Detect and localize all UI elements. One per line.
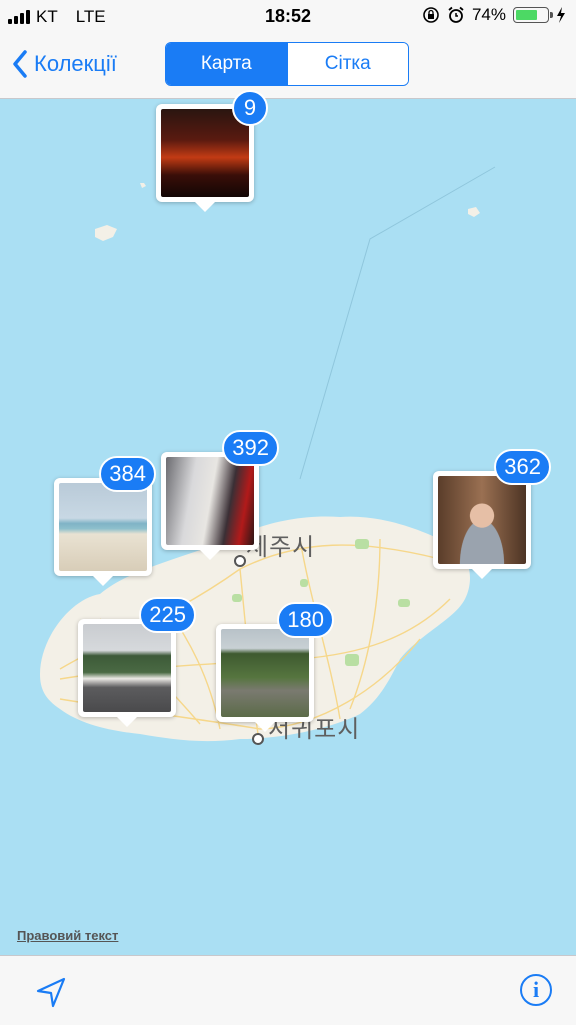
photo-thumbnail-selfie	[438, 476, 526, 564]
segment-map[interactable]: Карта	[166, 43, 287, 85]
photo-cluster-pin[interactable]: 384	[54, 456, 156, 586]
back-label: Колекції	[34, 51, 117, 76]
cluster-count-badge: 225	[139, 597, 196, 633]
bottom-toolbar: i	[0, 955, 576, 1025]
view-segmented-control: Карта Сітка	[165, 42, 409, 86]
segment-grid[interactable]: Сітка	[286, 43, 408, 85]
photo-cluster-pin[interactable]: 225	[78, 597, 196, 727]
map-view[interactable]: 제주시 서귀포시 9 384 392 362 225 180	[0, 90, 576, 955]
photo-thumbnail-parking	[83, 624, 171, 712]
back-button[interactable]: Колекції	[12, 50, 117, 78]
cluster-count-badge: 180	[277, 602, 334, 638]
status-bar: KT LTE 18:52 74%	[0, 0, 576, 34]
current-location-button[interactable]	[34, 976, 68, 1015]
photo-cluster-pin[interactable]: 392	[161, 430, 279, 560]
alarm-icon	[448, 6, 464, 23]
photo-thumbnail-beach	[59, 483, 147, 571]
cluster-count-badge: 392	[222, 430, 279, 466]
status-right: 74%	[422, 5, 566, 25]
photo-cluster-pin[interactable]: 180	[216, 602, 334, 732]
info-button[interactable]: i	[520, 974, 552, 1006]
chevron-left-icon	[13, 50, 27, 78]
photo-thumbnail-path	[221, 629, 309, 717]
info-icon: i	[532, 977, 540, 1002]
photo-thumbnail-car-dog	[166, 457, 254, 545]
legal-link[interactable]: Правовий текст	[17, 928, 118, 943]
city-marker-jeju	[234, 555, 246, 567]
cluster-count-badge: 362	[494, 449, 551, 485]
battery-percent: 74%	[471, 5, 506, 24]
photo-thumbnail-sunset	[161, 109, 249, 197]
photo-cluster-pin[interactable]: 362	[433, 449, 551, 579]
navigation-bar: Колекції Карта Сітка	[0, 34, 576, 99]
cluster-count-badge: 9	[232, 90, 268, 126]
battery-icon	[513, 7, 553, 23]
photo-cluster-pin[interactable]: 9	[156, 90, 268, 212]
charging-icon	[557, 7, 565, 23]
city-marker-seogwipo	[252, 733, 264, 745]
cluster-count-badge: 384	[99, 456, 156, 492]
rotation-lock-icon	[423, 7, 439, 23]
location-arrow-icon	[36, 977, 66, 1008]
